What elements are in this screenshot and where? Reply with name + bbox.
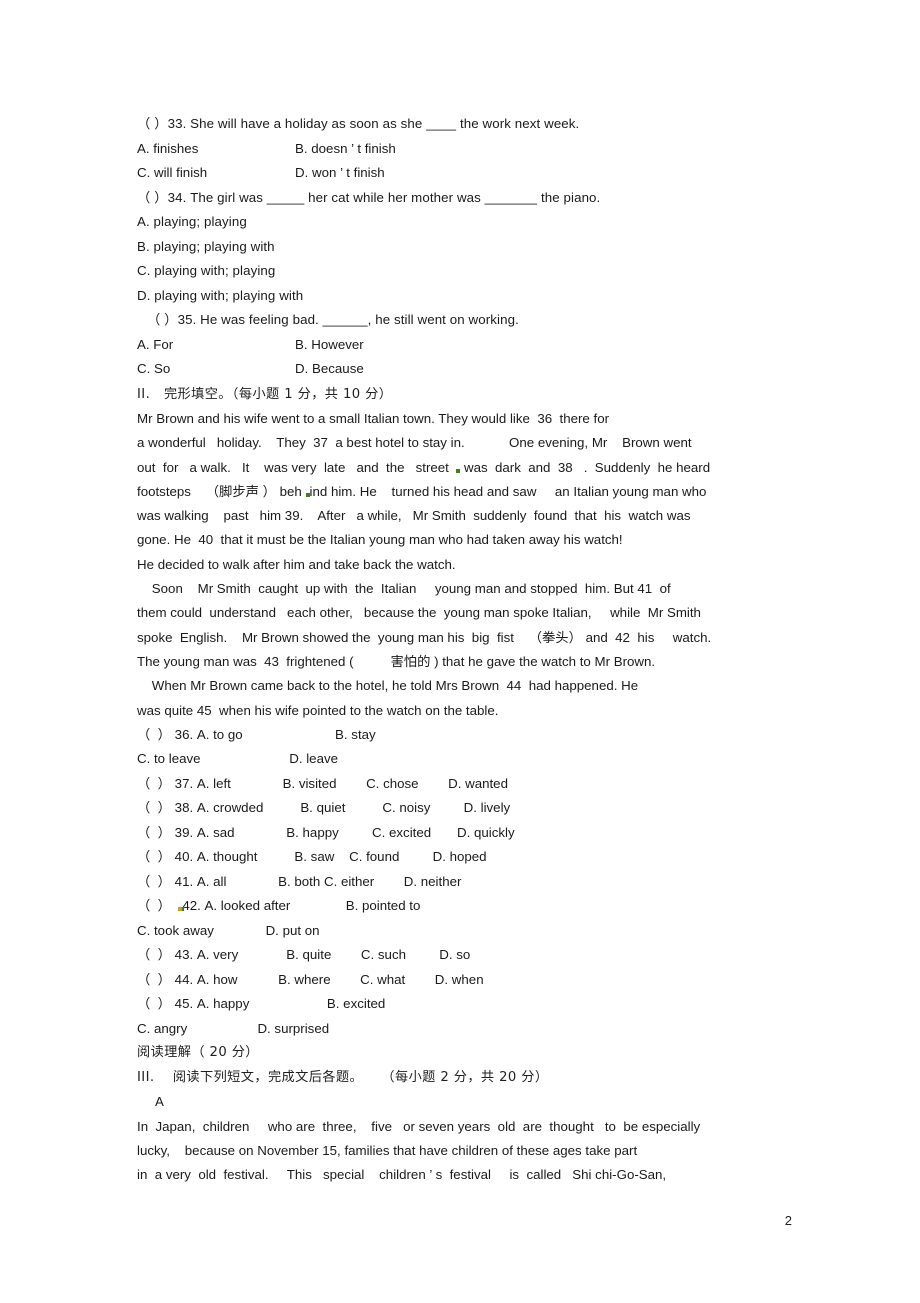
- cloze-answer-bank: （ ） 36. A. to go B. stay C. to leave D. l…: [137, 723, 797, 1042]
- cloze-option-row-39: （ ） 39. A. sad B. happy C. excited D. qu…: [137, 824, 515, 840]
- question-34-option-b[interactable]: B. playing; playing with: [137, 235, 797, 260]
- cloze-passage-line-3: out for a walk. It was very late and the…: [137, 459, 711, 475]
- reading-passage-line-2: lucky, because on November 15, families …: [137, 1143, 638, 1159]
- question-35-option-b[interactable]: B. However: [295, 337, 364, 352]
- question-33-option-b[interactable]: B. doesn ’ t finish: [295, 141, 396, 156]
- cloze-option-row-44: （ ） 44. A. how B. where C. what D. when: [137, 971, 484, 987]
- reading-passage-line-1: In Japan, children who are three, five o…: [137, 1118, 701, 1134]
- cloze-passage-line-11: The young man was 43 frightened ( 害怕的 ) …: [137, 653, 656, 669]
- question-35-option-a[interactable]: A. For: [137, 333, 295, 358]
- reading-passage-line-3: in a very old festival. This special chi…: [137, 1167, 667, 1183]
- cloze-option-row-36-cont: C. to leave D. leave: [137, 751, 339, 767]
- question-33-stem: （ ）33. She will have a holiday as soon a…: [137, 116, 580, 131]
- question-33-option-row-1: A. finishes B. doesn ’ t finish: [137, 137, 797, 162]
- cloze-passage-line-5: was walking past him 39. After a while, …: [137, 508, 691, 524]
- page-number: 2: [784, 1213, 792, 1228]
- cloze-option-row-37: （ ） 37. A. left B. visited C. chose D. w…: [137, 775, 508, 791]
- question-34-option-c[interactable]: C. playing with; playing: [137, 259, 797, 284]
- scan-speckle-mark: [178, 907, 183, 912]
- page-body: （ ）33. She will have a holiday as soon a…: [137, 112, 797, 1188]
- cloze-passage-line-9: them could understand each other, becaus…: [137, 605, 701, 621]
- question-33-option-a[interactable]: A. finishes: [137, 137, 295, 162]
- exam-page: （ ）33. She will have a holiday as soon a…: [0, 0, 920, 1303]
- reading-passage-label: A: [155, 1094, 164, 1110]
- cloze-option-row-45: （ ） 45. A. happy B. excited: [137, 996, 386, 1012]
- cloze-option-row-40: （ ） 40. A. thought B. saw C. found D. ho…: [137, 849, 487, 865]
- cloze-option-row-45-cont: C. angry D. surprised: [137, 1020, 330, 1036]
- cloze-option-row-43: （ ） 43. A. very B. quite C. such D. so: [137, 947, 471, 963]
- cloze-passage-line-10: spoke English. Mr Brown showed the young…: [137, 629, 712, 645]
- section-3-heading: ⅠⅠⅠ. 阅读下列短文，完成文后各题。 （每小题 2 分，共 20 分）: [137, 1069, 549, 1085]
- cloze-option-row-36: （ ） 36. A. to go B. stay: [137, 726, 376, 742]
- question-34-stem: （ ）34. The girl was _____ her cat while …: [137, 189, 601, 205]
- cloze-passage-line-13: was quite 45 when his wife pointed to th…: [137, 702, 499, 718]
- reading-passage-a: In Japan, children who are three, five o…: [137, 1115, 797, 1188]
- cloze-option-row-42: （ ） 42. A. looked after B. pointed to: [137, 898, 421, 914]
- question-35-option-d[interactable]: D. Because: [295, 361, 364, 376]
- cloze-option-row-38: （ ） 38. A. crowded B. quiet C. noisy D. …: [137, 800, 511, 816]
- section-3-title: 阅读理解（ 20 分）: [137, 1045, 259, 1061]
- cloze-passage-line-8: Soon Mr Smith caught up with the Italian…: [137, 581, 671, 597]
- scan-speckle-mark: [456, 468, 461, 473]
- question-35-option-row-1: A. For B. However: [137, 333, 797, 358]
- question-34-option-d[interactable]: D. playing with; playing with: [137, 284, 797, 309]
- question-35-stem: （ ）35. He was feeling bad. ______, he st…: [147, 312, 519, 327]
- cloze-passage-line-4: footsteps （脚步声 ） beh ind him. He turned …: [137, 483, 707, 499]
- cloze-passage-line-6: gone. He 40 that it must be the Italian …: [137, 532, 623, 548]
- cloze-passage-line-2: a wonderful holiday. They 37 a best hote…: [137, 435, 692, 451]
- question-33-option-c[interactable]: C. will finish: [137, 161, 295, 186]
- cloze-passage-line-1: Mr Brown and his wife went to a small It…: [137, 411, 610, 426]
- cloze-passage: Mr Brown and his wife went to a small It…: [137, 407, 797, 723]
- section-2-heading: ⅠⅠ. 完形填空。（每小题 1 分，共 10 分）: [137, 386, 393, 402]
- cloze-option-row-42-cont: C. took away D. put on: [137, 922, 320, 938]
- scan-speckle-mark: [305, 492, 310, 497]
- question-35-option-row-2: C. So D. Because: [137, 357, 797, 382]
- cloze-passage-line-12: When Mr Brown came back to the hotel, he…: [137, 678, 639, 694]
- question-33-option-d[interactable]: D. won ’ t finish: [295, 165, 385, 180]
- question-34-option-a[interactable]: A. playing; playing: [137, 210, 797, 235]
- cloze-option-row-41: （ ） 41. A. all B. both C. either D. neit…: [137, 873, 462, 889]
- question-33-option-row-2: C. will finish D. won ’ t finish: [137, 161, 797, 186]
- question-35-option-c[interactable]: C. So: [137, 357, 295, 382]
- cloze-passage-line-7: He decided to walk after him and take ba…: [137, 556, 456, 572]
